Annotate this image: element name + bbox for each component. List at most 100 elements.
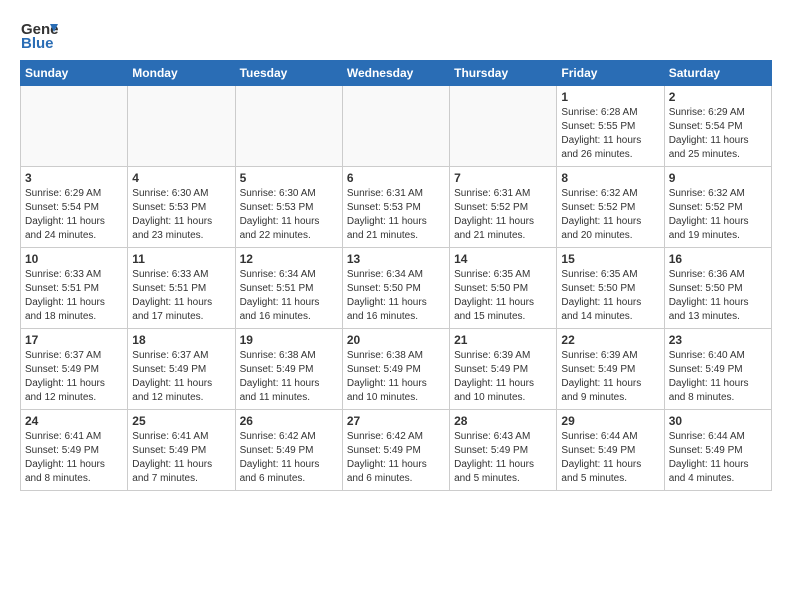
- calendar-cell: 3 Sunrise: 6:29 AMSunset: 5:54 PMDaylight…: [21, 167, 128, 248]
- calendar-week-1: 1 Sunrise: 6:28 AMSunset: 5:55 PMDaylight…: [21, 86, 772, 167]
- header: General Blue: [20, 16, 772, 54]
- calendar-cell: [450, 86, 557, 167]
- day-info: Sunrise: 6:37 AMSunset: 5:49 PMDaylight:…: [25, 349, 123, 405]
- calendar-cell: 23 Sunrise: 6:40 AMSunset: 5:49 PMDayligh…: [664, 329, 771, 410]
- day-info: Sunrise: 6:32 AMSunset: 5:52 PMDaylight:…: [669, 187, 767, 243]
- calendar-week-2: 3 Sunrise: 6:29 AMSunset: 5:54 PMDaylight…: [21, 167, 772, 248]
- day-info: Sunrise: 6:38 AMSunset: 5:49 PMDaylight:…: [347, 349, 445, 405]
- day-info: Sunrise: 6:34 AMSunset: 5:51 PMDaylight:…: [240, 268, 338, 324]
- logo: General Blue: [20, 16, 58, 54]
- day-number: 28: [454, 414, 552, 428]
- calendar-cell: [128, 86, 235, 167]
- calendar-cell: 20Sunrise: 6:38 AMSunset: 5:49 PMDayligh…: [342, 329, 449, 410]
- day-info: Sunrise: 6:39 AMSunset: 5:49 PMDaylight:…: [561, 349, 659, 405]
- day-info: Sunrise: 6:44 AMSunset: 5:49 PMDaylight:…: [561, 430, 659, 486]
- day-info: Sunrise: 6:30 AMSunset: 5:53 PMDaylight:…: [240, 187, 338, 243]
- calendar-cell: 12 Sunrise: 6:34 AMSunset: 5:51 PMDayligh…: [235, 248, 342, 329]
- day-header-monday: Monday: [128, 61, 235, 86]
- calendar-cell: 7 Sunrise: 6:31 AMSunset: 5:52 PMDaylight…: [450, 167, 557, 248]
- day-number: 3: [25, 171, 123, 185]
- calendar-cell: 27 Sunrise: 6:42 AMSunset: 5:49 PMDayligh…: [342, 410, 449, 491]
- day-info: Sunrise: 6:41 AMSunset: 5:49 PMDaylight:…: [132, 430, 230, 486]
- day-number: 25: [132, 414, 230, 428]
- day-info: Sunrise: 6:42 AMSunset: 5:49 PMDaylight:…: [347, 430, 445, 486]
- calendar-cell: 9 Sunrise: 6:32 AMSunset: 5:52 PMDaylight…: [664, 167, 771, 248]
- calendar-cell: 18 Sunrise: 6:37 AMSunset: 5:49 PMDayligh…: [128, 329, 235, 410]
- calendar-cell: 21Sunrise: 6:39 AMSunset: 5:49 PMDayligh…: [450, 329, 557, 410]
- calendar-cell: 13Sunrise: 6:34 AMSunset: 5:50 PMDayligh…: [342, 248, 449, 329]
- day-info: Sunrise: 6:30 AMSunset: 5:53 PMDaylight:…: [132, 187, 230, 243]
- day-info: Sunrise: 6:44 AMSunset: 5:49 PMDaylight:…: [669, 430, 767, 486]
- day-header-thursday: Thursday: [450, 61, 557, 86]
- calendar-cell: 1 Sunrise: 6:28 AMSunset: 5:55 PMDaylight…: [557, 86, 664, 167]
- day-header-wednesday: Wednesday: [342, 61, 449, 86]
- day-info: Sunrise: 6:31 AMSunset: 5:52 PMDaylight:…: [454, 187, 552, 243]
- day-number: 16: [669, 252, 767, 266]
- calendar-cell: 15Sunrise: 6:35 AMSunset: 5:50 PMDayligh…: [557, 248, 664, 329]
- day-header-saturday: Saturday: [664, 61, 771, 86]
- day-info: Sunrise: 6:31 AMSunset: 5:53 PMDaylight:…: [347, 187, 445, 243]
- day-info: Sunrise: 6:37 AMSunset: 5:49 PMDaylight:…: [132, 349, 230, 405]
- svg-text:Blue: Blue: [21, 35, 54, 52]
- calendar-cell: 30 Sunrise: 6:44 AMSunset: 5:49 PMDayligh…: [664, 410, 771, 491]
- calendar-table: SundayMondayTuesdayWednesdayThursdayFrid…: [20, 60, 772, 491]
- calendar-cell: 17Sunrise: 6:37 AMSunset: 5:49 PMDayligh…: [21, 329, 128, 410]
- day-info: Sunrise: 6:28 AMSunset: 5:55 PMDaylight:…: [561, 106, 659, 162]
- day-info: Sunrise: 6:42 AMSunset: 5:49 PMDaylight:…: [240, 430, 338, 486]
- calendar-cell: 10 Sunrise: 6:33 AMSunset: 5:51 PMDayligh…: [21, 248, 128, 329]
- day-number: 11: [132, 252, 230, 266]
- day-number: 23: [669, 333, 767, 347]
- day-info: Sunrise: 6:40 AMSunset: 5:49 PMDaylight:…: [669, 349, 767, 405]
- day-number: 9: [669, 171, 767, 185]
- day-number: 8: [561, 171, 659, 185]
- day-number: 15: [561, 252, 659, 266]
- calendar-cell: 19Sunrise: 6:38 AMSunset: 5:49 PMDayligh…: [235, 329, 342, 410]
- day-number: 2: [669, 90, 767, 104]
- day-number: 26: [240, 414, 338, 428]
- calendar-cell: 16 Sunrise: 6:36 AMSunset: 5:50 PMDayligh…: [664, 248, 771, 329]
- day-number: 29: [561, 414, 659, 428]
- day-info: Sunrise: 6:39 AMSunset: 5:49 PMDaylight:…: [454, 349, 552, 405]
- day-header-tuesday: Tuesday: [235, 61, 342, 86]
- calendar-cell: 5Sunrise: 6:30 AMSunset: 5:53 PMDaylight…: [235, 167, 342, 248]
- calendar-cell: 25 Sunrise: 6:41 AMSunset: 5:49 PMDayligh…: [128, 410, 235, 491]
- calendar-cell: [21, 86, 128, 167]
- calendar-header-row: SundayMondayTuesdayWednesdayThursdayFrid…: [21, 61, 772, 86]
- calendar-cell: 6 Sunrise: 6:31 AMSunset: 5:53 PMDaylight…: [342, 167, 449, 248]
- day-header-sunday: Sunday: [21, 61, 128, 86]
- calendar-week-5: 24Sunrise: 6:41 AMSunset: 5:49 PMDayligh…: [21, 410, 772, 491]
- day-info: Sunrise: 6:43 AMSunset: 5:49 PMDaylight:…: [454, 430, 552, 486]
- calendar-cell: 28 Sunrise: 6:43 AMSunset: 5:49 PMDayligh…: [450, 410, 557, 491]
- day-number: 18: [132, 333, 230, 347]
- day-info: Sunrise: 6:35 AMSunset: 5:50 PMDaylight:…: [454, 268, 552, 324]
- day-info: Sunrise: 6:29 AMSunset: 5:54 PMDaylight:…: [25, 187, 123, 243]
- day-number: 7: [454, 171, 552, 185]
- day-number: 22: [561, 333, 659, 347]
- calendar-cell: 22 Sunrise: 6:39 AMSunset: 5:49 PMDayligh…: [557, 329, 664, 410]
- day-number: 30: [669, 414, 767, 428]
- day-number: 19: [240, 333, 338, 347]
- day-number: 13: [347, 252, 445, 266]
- day-number: 4: [132, 171, 230, 185]
- page: General Blue SundayMondayTuesdayWednesda…: [0, 0, 792, 507]
- calendar-cell: 26 Sunrise: 6:42 AMSunset: 5:49 PMDayligh…: [235, 410, 342, 491]
- day-number: 6: [347, 171, 445, 185]
- calendar-cell: 11Sunrise: 6:33 AMSunset: 5:51 PMDayligh…: [128, 248, 235, 329]
- day-info: Sunrise: 6:41 AMSunset: 5:49 PMDaylight:…: [25, 430, 123, 486]
- day-number: 12: [240, 252, 338, 266]
- calendar-cell: [342, 86, 449, 167]
- day-info: Sunrise: 6:33 AMSunset: 5:51 PMDaylight:…: [25, 268, 123, 324]
- day-header-friday: Friday: [557, 61, 664, 86]
- day-number: 1: [561, 90, 659, 104]
- calendar-cell: 14 Sunrise: 6:35 AMSunset: 5:50 PMDayligh…: [450, 248, 557, 329]
- calendar-cell: 29 Sunrise: 6:44 AMSunset: 5:49 PMDayligh…: [557, 410, 664, 491]
- calendar-cell: 24Sunrise: 6:41 AMSunset: 5:49 PMDayligh…: [21, 410, 128, 491]
- day-number: 14: [454, 252, 552, 266]
- calendar-cell: 2Sunrise: 6:29 AMSunset: 5:54 PMDaylight…: [664, 86, 771, 167]
- day-number: 10: [25, 252, 123, 266]
- day-number: 27: [347, 414, 445, 428]
- calendar-cell: 4 Sunrise: 6:30 AMSunset: 5:53 PMDaylight…: [128, 167, 235, 248]
- day-info: Sunrise: 6:36 AMSunset: 5:50 PMDaylight:…: [669, 268, 767, 324]
- day-info: Sunrise: 6:32 AMSunset: 5:52 PMDaylight:…: [561, 187, 659, 243]
- calendar-week-3: 10 Sunrise: 6:33 AMSunset: 5:51 PMDayligh…: [21, 248, 772, 329]
